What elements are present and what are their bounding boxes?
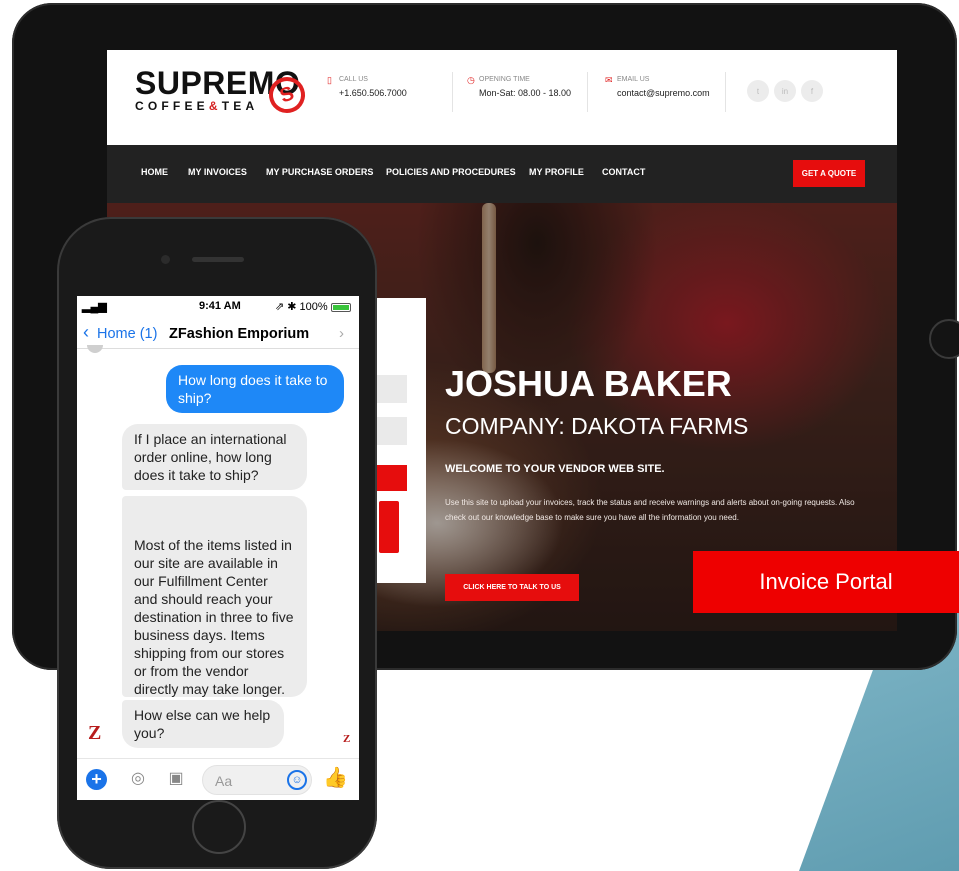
message-input[interactable]: Aa ☺ [202,765,312,795]
emoji-icon[interactable]: ☺ [287,770,307,790]
form-submit-button[interactable] [377,465,407,491]
status-bar: ▂▄▆ 9:41 AM ⇗ ✱ 100% [77,296,359,318]
message-incoming-text: Most of the items listed in our site are… [134,537,294,697]
battery-icon [331,303,351,312]
signal-wifi-icon: ▂▄▆ [82,301,107,313]
envelope-icon: ✉ [605,75,613,85]
header-divider [587,72,588,112]
phone-frame: ▂▄▆ 9:41 AM ⇗ ✱ 100% ‹ Home (1) ZFashion… [57,217,377,869]
header-divider [452,72,453,112]
read-receipt-avatar: Z [343,733,351,745]
opening-time-label: OPENING TIME [479,76,530,83]
phone-icon: ▯ [327,75,332,85]
welcome-heading: WELCOME TO YOUR VENDOR WEB SITE. [445,463,665,475]
logo-sub-coffee: COFFEE [135,99,209,113]
welcome-description: Use this site to upload your invoices, t… [445,498,855,522]
camera-icon[interactable]: ◎ [127,769,149,789]
chevron-right-icon[interactable]: › [339,325,344,342]
status-time: 9:41 AM [199,300,241,312]
form-secondary-button[interactable] [377,499,401,555]
logo-sub-tea: TEA [221,99,259,113]
email-value[interactable]: contact@supremo.com [617,88,710,98]
vendor-company: COMPANY: DAKOTA FARMS [445,413,749,439]
zfashion-avatar: Z [88,722,102,744]
twitter-icon[interactable]: t [747,80,769,102]
opening-time-value: Mon-Sat: 08.00 - 18.00 [479,88,572,98]
message-incoming: How else can we help you? [122,700,284,748]
conversation-title[interactable]: ZFashion Emporium [169,326,309,342]
message-outgoing: How long does it take to ship? [166,365,344,413]
talk-to-us-button[interactable]: CLICK HERE TO TALK TO US [445,574,579,601]
call-us-block: ▯ CALL US +1.650.506.7000 [327,75,407,98]
nav-item-my-profile[interactable]: MY PROFILE [529,167,584,177]
nav-item-policies[interactable]: POLICIES AND PROCEDURES [386,167,516,177]
vendor-name: JOSHUA BAKER [445,363,732,404]
clock-icon: ◷ [467,75,475,85]
avatar [87,345,103,353]
chat-header: ‹ Home (1) ZFashion Emporium › [77,319,359,349]
message-composer: + ◎ ▣ Aa ☺ 👍 [77,758,359,800]
supremo-logo[interactable]: SUPREMO COFFEE&TEA S [135,67,311,119]
phone-camera [161,255,170,264]
email-block: ✉ EMAIL US contact@supremo.com [605,75,710,98]
status-indicators: ⇗ ✱ 100% [275,301,328,313]
main-navigation: HOME MY INVOICES MY PURCHASE ORDERS POLI… [107,145,897,203]
tablet-home-button [929,319,959,359]
phone-speaker [192,257,244,262]
site-header: SUPREMO COFFEE&TEA S ▯ CALL US +1.650.50… [107,50,897,145]
gallery-icon[interactable]: ▣ [165,769,187,789]
message-input-placeholder: Aa [215,773,233,789]
call-us-value[interactable]: +1.650.506.7000 [339,88,407,98]
nav-item-home[interactable]: HOME [141,167,168,177]
logo-sub-amp: & [208,99,222,113]
messenger-screen: ▂▄▆ 9:41 AM ⇗ ✱ 100% ‹ Home (1) ZFashion… [77,296,359,800]
nav-item-my-invoices[interactable]: MY INVOICES [188,167,247,177]
facebook-icon[interactable]: f [801,80,823,102]
nav-item-my-purchase-orders[interactable]: MY PURCHASE ORDERS [266,167,373,177]
linkedin-icon[interactable]: in [774,80,796,102]
nav-item-contact[interactable]: CONTACT [602,167,645,177]
plus-icon[interactable]: + [86,769,107,790]
message-incoming: Most of the items listed in our site are… [122,496,307,697]
header-divider [725,72,726,112]
form-field[interactable] [377,375,407,403]
get-a-quote-button[interactable]: GET A QUOTE [793,160,865,187]
back-button[interactable]: Home (1) [97,326,157,342]
thumbs-up-icon[interactable]: 👍 [323,767,348,789]
message-incoming: If I place an international order online… [122,424,307,490]
invoice-portal-badge: Invoice Portal [693,551,959,613]
email-label: EMAIL US [617,76,650,83]
opening-time-block: ◷ OPENING TIME Mon-Sat: 08.00 - 18.00 [467,75,572,98]
phone-home-button[interactable] [192,800,246,854]
form-field[interactable] [377,417,407,445]
chevron-left-icon[interactable]: ‹ [83,322,89,343]
call-us-label: CALL US [339,76,368,83]
